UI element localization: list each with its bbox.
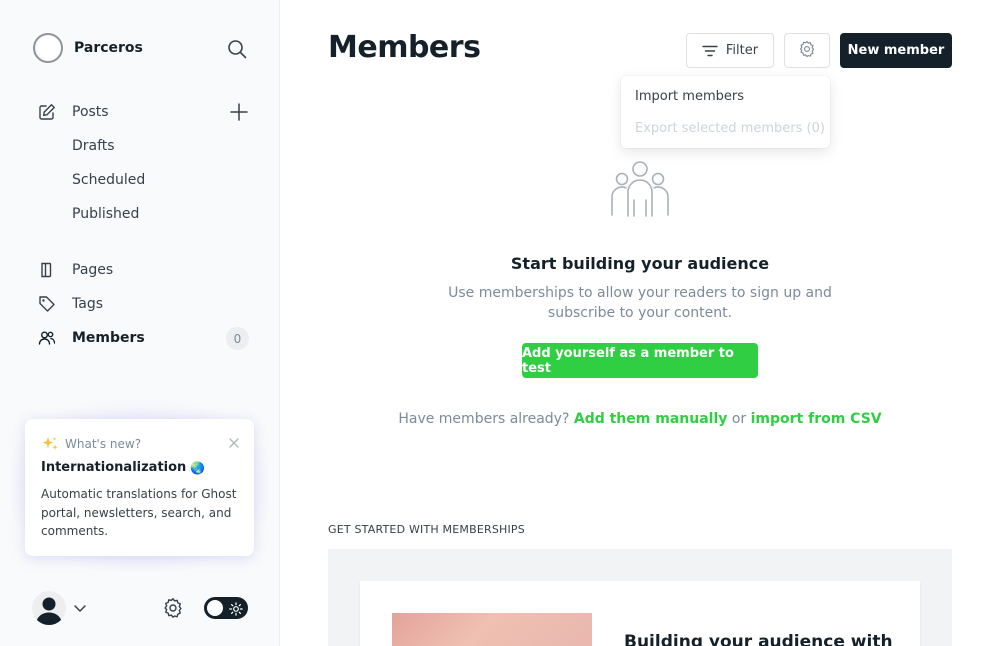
search-icon[interactable] <box>226 38 248 60</box>
new-member-button[interactable]: New member <box>840 33 952 68</box>
sidebar-item-label: Members <box>72 330 145 346</box>
sun-icon <box>229 601 243 616</box>
brand-logo <box>33 33 63 63</box>
globe-emoji-icon: 🌏 <box>190 460 206 475</box>
sidebar-item-posts[interactable]: Posts <box>38 100 109 124</box>
whats-new-header: What's new? <box>41 436 141 452</box>
card-title: Building your audience with <box>624 632 893 646</box>
sidebar-item-pages[interactable]: Pages <box>38 258 113 282</box>
empty-state-title: Start building your audience <box>510 254 770 273</box>
sidebar-item-label: Tags <box>72 296 103 312</box>
tag-icon <box>38 295 56 313</box>
sidebar-item-tags[interactable]: Tags <box>38 292 103 316</box>
filter-label: Filter <box>725 43 759 58</box>
actions-dropdown: Import members Export selected members (… <box>621 76 830 148</box>
brand[interactable]: Parceros <box>33 33 143 63</box>
whats-new-title: Internationalization 🌏 <box>41 460 205 475</box>
gear-icon[interactable] <box>162 597 184 619</box>
toggle-knob <box>207 600 223 616</box>
whats-new-card[interactable]: What's new? Internationalization 🌏 Autom… <box>25 419 254 556</box>
add-manually-link[interactable]: Add them manually <box>574 411 728 427</box>
members-group-icon <box>610 160 670 220</box>
or-text: or <box>731 411 747 427</box>
import-members-menu-item[interactable]: Import members <box>635 89 744 104</box>
export-selected-members-menu-item: Export selected members (0) <box>635 121 825 136</box>
have-members-text: Have members already? <box>398 411 570 427</box>
brand-name: Parceros <box>74 40 143 56</box>
avatar[interactable] <box>32 591 66 625</box>
members-icon <box>38 329 56 347</box>
pages-icon <box>38 261 56 279</box>
whats-new-text: Automatic translations for Ghost portal,… <box>41 487 237 538</box>
sidebar-item-scheduled[interactable]: Scheduled <box>72 172 145 188</box>
pencil-square-icon <box>38 103 56 121</box>
get-started-label: GET STARTED WITH MEMBERSHIPS <box>328 523 525 536</box>
sidebar: Parceros Posts Drafts Scheduled Publishe… <box>0 0 280 646</box>
empty-state-description: Use memberships to allow your readers to… <box>448 285 832 321</box>
whats-new-title-text: Internationalization <box>41 460 187 475</box>
card-thumbnail <box>392 613 592 646</box>
sidebar-item-published[interactable]: Published <box>72 206 139 222</box>
add-yourself-button[interactable]: Add yourself as a member to test <box>522 343 758 378</box>
sidebar-item-label: Posts <box>72 104 109 120</box>
add-post-plus-icon[interactable] <box>229 102 249 122</box>
import-csv-link[interactable]: import from CSV <box>751 411 882 427</box>
filter-button[interactable]: Filter <box>686 33 774 68</box>
whats-new-label: What's new? <box>65 437 142 451</box>
member-actions-button[interactable] <box>784 33 830 68</box>
chevron-down-icon[interactable] <box>73 600 87 614</box>
sidebar-item-label: Pages <box>72 262 114 278</box>
filter-icon <box>702 45 718 57</box>
gear-icon <box>798 40 816 62</box>
sidebar-item-drafts[interactable]: Drafts <box>72 138 115 154</box>
theme-toggle[interactable] <box>204 597 248 619</box>
close-icon[interactable] <box>228 434 240 448</box>
members-count-badge: 0 <box>226 327 249 350</box>
have-members-line: Have members already? Add them manually … <box>328 411 952 427</box>
sidebar-item-members[interactable]: Members <box>38 326 145 350</box>
page-title: Members <box>328 30 481 65</box>
sparkle-icon <box>41 436 59 452</box>
